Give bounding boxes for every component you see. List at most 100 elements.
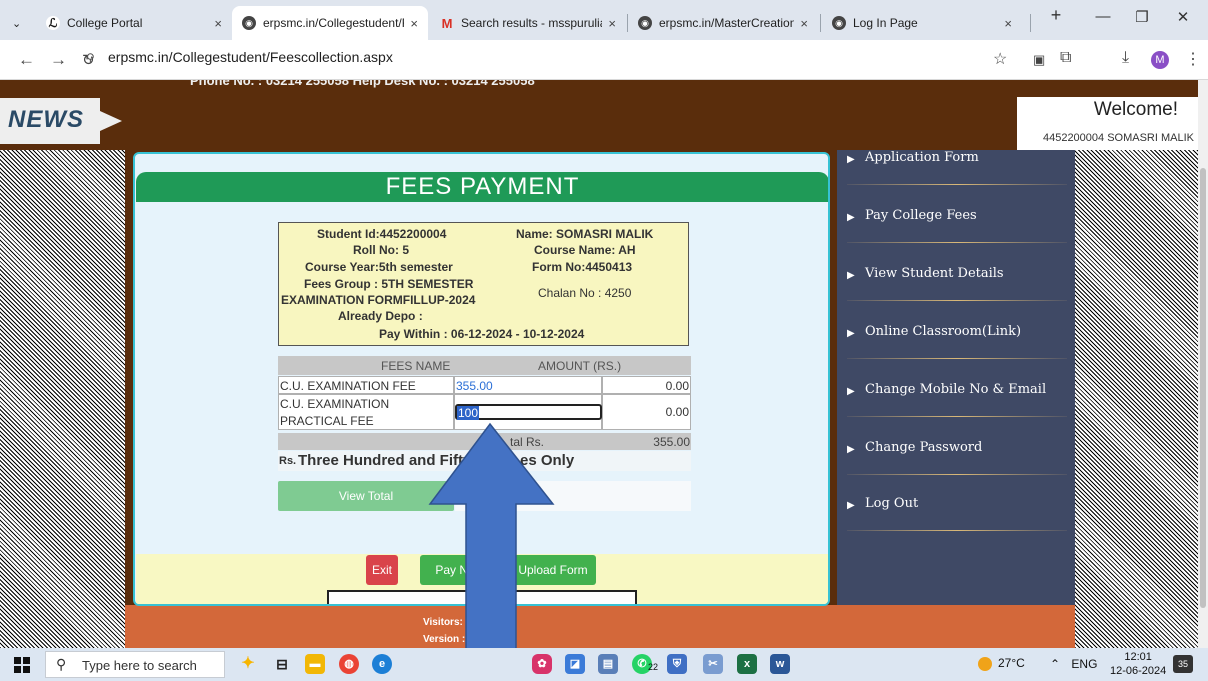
tab-close-icon[interactable]: × <box>1004 16 1012 31</box>
tab-separator <box>820 14 821 32</box>
url-field[interactable]: ⚲ erpsmc.in/Collegestudent/Feescollectio… <box>86 49 968 71</box>
scrollbar-thumb[interactable] <box>1200 168 1206 608</box>
tab-close-icon[interactable]: × <box>410 16 418 31</box>
erp-favicon-icon: ◉ <box>638 16 652 30</box>
excel-icon[interactable]: x <box>737 654 757 674</box>
system-tray[interactable]: ⌃ ENG <box>1050 657 1097 671</box>
tab-log-in-page[interactable]: ◉ Log In Page × <box>822 6 1022 40</box>
fee-amount-input[interactable]: 355.00 <box>456 379 493 393</box>
tab-gmail-search[interactable]: M Search results - msspurulia@ × <box>430 6 626 40</box>
chrome-icon[interactable]: ◍ <box>339 654 359 674</box>
file-explorer-icon[interactable]: ▬ <box>305 654 325 674</box>
close-window-button[interactable]: ✕ <box>1163 8 1203 26</box>
tab-college-portal[interactable]: ℒ College Portal × <box>36 6 232 40</box>
search-icon: ⚲ <box>56 656 67 672</box>
edge-icon[interactable]: e <box>372 654 392 674</box>
task-view-icon[interactable]: ⊟ <box>272 654 292 674</box>
gmail-favicon-icon: M <box>441 15 453 31</box>
sidebar-item-log-out[interactable]: ▶ Log Out <box>847 496 1072 558</box>
notification-center-icon[interactable]: 35 <box>1173 655 1193 673</box>
sidebar-item-change-mobile-email[interactable]: ▶ Change Mobile No & Email <box>847 382 1072 444</box>
word-icon[interactable]: w <box>770 654 790 674</box>
total-label: tal Rs. <box>510 435 545 449</box>
version-label: Version : <box>423 634 466 645</box>
url-text: erpsmc.in/Collegestudent/Feescollection.… <box>108 49 393 65</box>
sidebar-item-online-classroom[interactable]: ▶ Online Classroom(Link) <box>847 324 1072 386</box>
view-total-button[interactable]: View Total <box>278 481 454 511</box>
fees-name-header: FEES NAME <box>381 359 451 373</box>
sidebar-item-label: Pay College Fees <box>865 208 977 223</box>
rupees-prefix: Rs. <box>279 455 297 467</box>
app-icon[interactable]: ◪ <box>565 654 585 674</box>
sidebar-item-view-student-details[interactable]: ▶ View Student Details <box>847 266 1072 328</box>
roll-number: Roll No: 5 <box>353 243 409 257</box>
copilot-sparkle-icon[interactable]: ✦ <box>238 654 258 674</box>
tab-search-button[interactable]: ⌄ <box>2 6 36 40</box>
result-box <box>455 481 691 511</box>
logged-in-user: 4452200004 SOMASRI MALIK <box>1042 132 1194 144</box>
tab-close-icon[interactable]: × <box>608 16 616 31</box>
chevron-up-icon[interactable]: ⌃ <box>1050 657 1060 671</box>
left-hatched-margin <box>0 150 125 648</box>
fee-amount: 0.00 <box>665 405 689 419</box>
clock[interactable]: 12:01 12-06-2024 <box>1110 650 1166 678</box>
page-scrollbar[interactable] <box>1198 80 1208 648</box>
tab-close-icon[interactable]: × <box>800 16 808 31</box>
sidebar-item-pay-college-fees[interactable]: ▶ Pay College Fees <box>847 208 1072 270</box>
weather-widget[interactable]: 27°C <box>978 656 1025 671</box>
message-box <box>327 590 637 604</box>
upload-form-button[interactable]: Upload Form <box>510 555 596 585</box>
fee-name-cell: C.U. EXAMINATION PRACTICAL FEE <box>278 394 454 430</box>
sidebar-item-label: View Student Details <box>865 266 1004 281</box>
language-indicator[interactable]: ENG <box>1071 657 1097 671</box>
fees-table-header: FEES NAME AMOUNT (RS.) <box>278 356 691 375</box>
restore-button[interactable]: ❐ <box>1122 8 1162 26</box>
site-info-icon[interactable]: ⚲ <box>86 51 95 65</box>
app-icon[interactable]: ✿ <box>532 654 552 674</box>
download-icon[interactable]: ⤓ <box>1122 49 1129 67</box>
whatsapp-badge: 22 <box>648 662 659 672</box>
windows-start-icon[interactable] <box>14 657 30 673</box>
clock-date: 12-06-2024 <box>1110 665 1167 677</box>
practical-fee-input[interactable]: 100 <box>455 404 602 420</box>
pay-now-button[interactable]: Pay No <box>420 555 490 585</box>
pay-within-dates: Pay Within : 06-12-2024 - 10-12-2024 <box>379 327 585 341</box>
address-bar-row: ← → ↻ ⚲ erpsmc.in/Collegestudent/Feescol… <box>0 40 1208 80</box>
menu-kebab-icon[interactable]: ⋮ <box>1185 49 1201 69</box>
welcome-text: Welcome! <box>1093 99 1178 120</box>
windows-taskbar: ⚲ Type here to search ✦ ⊟ ▬ ◍ e ✿ ◪ ▤ ✆ … <box>0 648 1208 681</box>
triangle-right-icon: ▶ <box>847 328 855 339</box>
snipping-tool-icon[interactable]: ✂ <box>703 654 723 674</box>
bookmark-star-icon[interactable]: ☆ <box>993 49 1007 69</box>
fee-name: C.U. EXAMINATION FEE <box>280 379 416 393</box>
taskbar-search-box[interactable]: ⚲ Type here to search <box>45 651 225 678</box>
triangle-right-icon: ▶ <box>847 270 855 281</box>
erp-favicon-icon: ◉ <box>832 16 846 30</box>
shield-icon[interactable]: ⛨ <box>667 654 687 674</box>
profile-avatar[interactable]: M <box>1151 51 1169 69</box>
chalan-number: Chalan No : 4250 <box>538 286 632 300</box>
news-label: NEWS <box>8 106 84 133</box>
sidebar-item-change-password[interactable]: ▶ Change Password <box>847 440 1072 502</box>
exit-button[interactable]: Exit <box>366 555 398 585</box>
fee-name-line-1: C.U. EXAMINATION <box>280 397 390 411</box>
tab-fees-collection[interactable]: ◉ erpsmc.in/Collegestudent/Fe × <box>232 6 428 40</box>
tab-master-creation[interactable]: ◉ erpsmc.in/MasterCreation/D × <box>628 6 818 40</box>
sidebar-item-application-form[interactable]: ▶ Application Form <box>847 150 1072 212</box>
cast-icon[interactable]: ▣ <box>1033 52 1045 68</box>
web-page: Phone No. : 03214 255058 Help Desk No. :… <box>0 80 1198 648</box>
minimize-button[interactable]: — <box>1083 8 1123 25</box>
forward-arrow-icon[interactable]: → <box>50 50 67 70</box>
total-row: tal Rs. 355.00 <box>278 433 691 450</box>
student-name: Name: SOMASRI MALIK <box>516 227 654 241</box>
app-icon[interactable]: ▤ <box>598 654 618 674</box>
sun-icon <box>978 656 992 671</box>
new-tab-button[interactable]: + <box>1036 5 1076 26</box>
tab-title: erpsmc.in/MasterCreation/D <box>659 16 795 30</box>
extensions-icon[interactable]: ⧉ <box>1060 49 1071 67</box>
back-arrow-icon[interactable]: ← <box>18 50 35 70</box>
student-info-box: Student Id:4452200004 Name: SOMASRI MALI… <box>278 222 689 346</box>
phone-helpdesk-line: Phone No. : 03214 255058 Help Desk No. :… <box>190 80 535 88</box>
tab-close-icon[interactable]: × <box>214 16 222 31</box>
fee-name-line-2: PRACTICAL FEE <box>280 414 374 428</box>
